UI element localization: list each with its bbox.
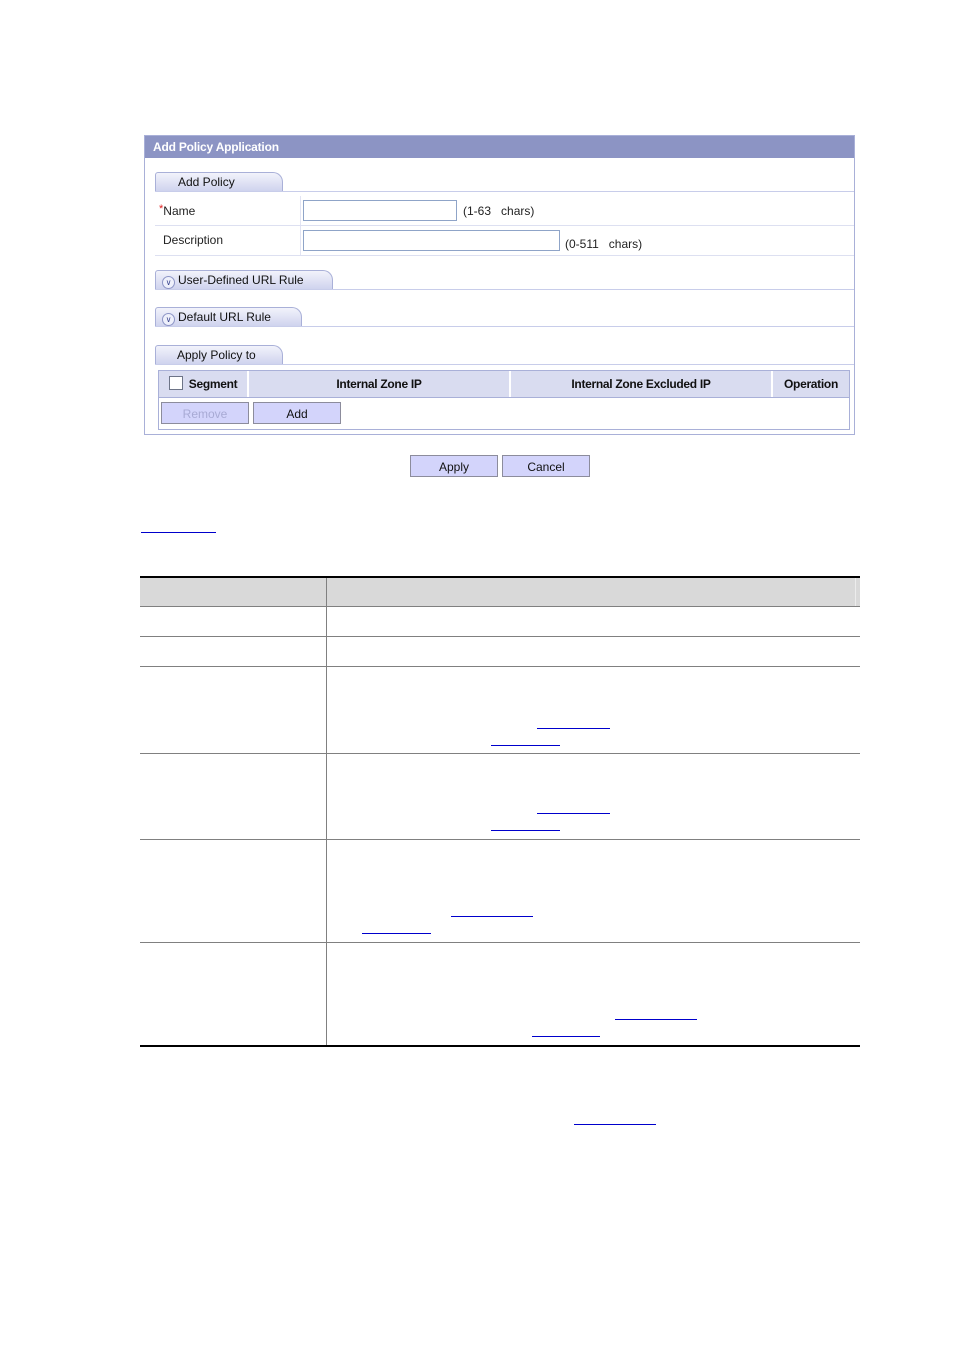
divider xyxy=(155,364,854,365)
table-row-3-link-1[interactable] xyxy=(537,728,610,729)
grid-header: Segment Internal Zone IP Internal Zone E… xyxy=(159,371,849,398)
grid-header-internal-zone-ip: Internal Zone IP xyxy=(249,371,511,397)
apply-policy-grid: Segment Internal Zone IP Internal Zone E… xyxy=(158,370,850,430)
figure-reference-link[interactable] xyxy=(141,532,216,533)
name-input[interactable] xyxy=(303,200,457,221)
table-row-6-link-1[interactable] xyxy=(615,1019,697,1020)
tab-default-url-rule-label: Default URL Rule xyxy=(178,310,271,324)
table-row-4-link-1[interactable] xyxy=(537,813,610,814)
apply-button[interactable]: Apply xyxy=(410,455,498,477)
name-row: *Name (1-63 chars) xyxy=(155,196,854,226)
divider xyxy=(155,326,854,327)
tab-apply-policy-to: Apply Policy to xyxy=(155,345,283,364)
table-bottom-rule xyxy=(140,1045,860,1047)
panel-title: Add Policy Application xyxy=(145,136,854,158)
column-segment-label: Segment xyxy=(188,377,238,391)
double-chevron-down-icon: ∨ xyxy=(162,276,175,289)
name-label: *Name xyxy=(159,203,196,218)
table-row-divider xyxy=(140,942,860,943)
double-chevron-down-icon: ∨ xyxy=(162,313,175,326)
divider xyxy=(155,191,854,192)
tab-default-url-rule[interactable]: ∨ Default URL Rule xyxy=(155,307,302,326)
tab-add-policy-label: Add Policy xyxy=(178,175,235,189)
panel-title-text: Add Policy Application xyxy=(153,140,279,154)
tab-add-policy: Add Policy xyxy=(155,172,283,191)
table-row-3-link-2[interactable] xyxy=(491,745,560,746)
name-label-text: Name xyxy=(163,204,196,218)
tab-apply-policy-to-label: Apply Policy to xyxy=(177,348,256,362)
description-hint: (0-511 chars) xyxy=(565,237,643,251)
table-header-edge xyxy=(855,578,856,606)
table-row-4-link-2[interactable] xyxy=(491,830,560,831)
grid-header-internal-zone-excluded-ip: Internal Zone Excluded IP xyxy=(511,371,773,397)
table-row-divider xyxy=(140,636,860,637)
table-column-divider xyxy=(326,578,327,1045)
table-row-6-link-2[interactable] xyxy=(532,1036,600,1037)
tab-user-defined-url-rule[interactable]: ∨ User-Defined URL Rule xyxy=(155,270,333,289)
table-row-divider xyxy=(140,606,860,607)
table-row-5-link-2[interactable] xyxy=(362,933,431,934)
column-separator xyxy=(300,196,301,225)
paragraph-reference-link[interactable] xyxy=(574,1124,656,1125)
description-row: Description (0-511 chars) xyxy=(155,226,854,256)
cancel-button[interactable]: Cancel xyxy=(502,455,590,477)
remove-button[interactable]: Remove xyxy=(161,402,249,424)
select-all-checkbox[interactable] xyxy=(168,376,183,390)
column-separator xyxy=(300,226,301,255)
table-header-row xyxy=(140,578,860,606)
add-policy-application-panel: Add Policy Application Add Policy *Name … xyxy=(144,135,855,435)
table-row-divider xyxy=(140,753,860,754)
name-hint: (1-63 chars) xyxy=(463,204,535,218)
table-row-5-link-1[interactable] xyxy=(451,916,533,917)
table-row-divider xyxy=(140,666,860,667)
divider xyxy=(155,289,854,290)
description-label: Description xyxy=(163,233,224,247)
grid-header-segment: Segment xyxy=(159,371,249,397)
grid-header-operation: Operation xyxy=(784,377,838,391)
tab-user-defined-url-rule-label: User-Defined URL Rule xyxy=(178,273,304,287)
description-input[interactable] xyxy=(303,230,560,251)
table-row-divider xyxy=(140,839,860,840)
add-button[interactable]: Add xyxy=(253,402,341,424)
